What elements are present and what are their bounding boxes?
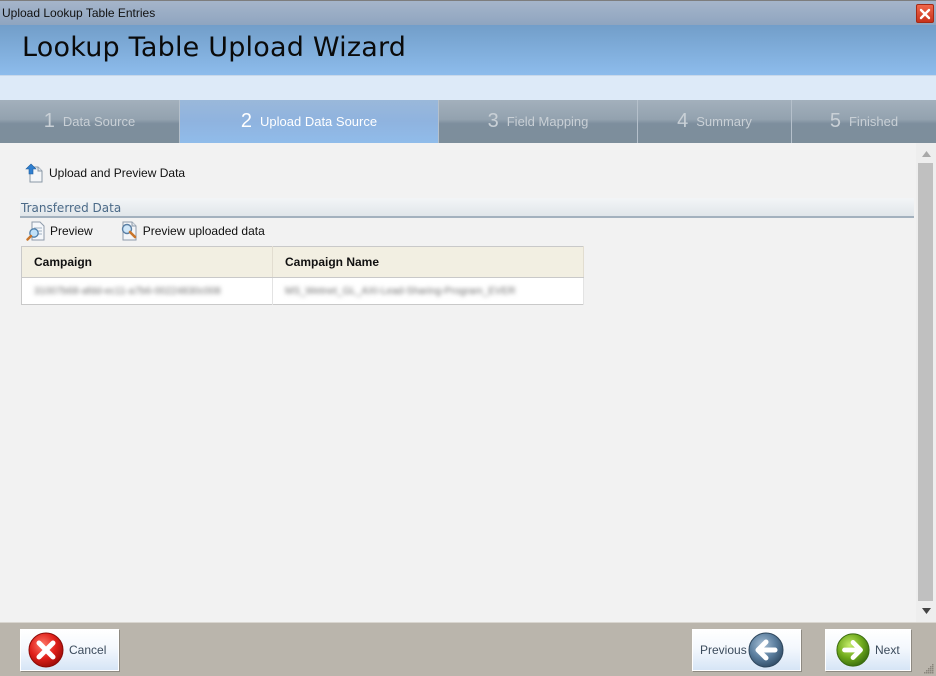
step-number: 4 — [677, 110, 689, 132]
arrow-right-icon — [836, 633, 870, 667]
wizard-footer: Cancel Previous Next — [0, 622, 936, 676]
wizard-header: Lookup Table Upload Wizard — [0, 25, 936, 75]
cancel-x-icon — [28, 632, 64, 668]
data-table: Campaign Campaign Name 31007b68-afdd-ec1… — [21, 246, 584, 305]
transferred-data-header: Transferred Data — [20, 198, 914, 218]
step-number: 5 — [829, 110, 841, 132]
wizard-title: Lookup Table Upload Wizard — [22, 32, 407, 63]
previous-label: Previous — [700, 643, 747, 657]
arrow-down-icon — [921, 608, 931, 614]
close-icon — [919, 8, 931, 19]
step-label: Summary — [696, 114, 752, 129]
cancel-label: Cancel — [69, 643, 107, 657]
scrollbar-thumb[interactable] — [918, 163, 933, 601]
column-header-campaign-name[interactable]: Campaign Name — [272, 246, 584, 278]
arrow-up-icon — [921, 151, 931, 157]
step-number: 1 — [43, 110, 55, 132]
upload-and-preview-button[interactable]: Upload and Preview Data — [25, 163, 185, 183]
cancel-button[interactable]: Cancel — [20, 629, 119, 671]
step-number: 2 — [240, 110, 253, 132]
preview-button[interactable]: Preview — [26, 221, 93, 241]
step-label: Field Mapping — [506, 114, 589, 129]
preview-label: Preview — [50, 224, 93, 238]
upload-and-preview-label: Upload and Preview Data — [49, 166, 186, 180]
preview-uploaded-data-button[interactable]: Preview uploaded data — [119, 221, 265, 241]
redacted-value: 31007b68-afdd-ec11-a7b6-00224830c008 — [34, 285, 221, 297]
step-label: Finished — [848, 114, 899, 129]
arrow-left-icon — [748, 632, 784, 668]
redacted-value: MS_Wetnet_GL_AXI-Lead-Sharing-Program_EV… — [285, 285, 516, 297]
step-finished[interactable]: 5 Finished — [792, 100, 936, 143]
upload-document-icon — [25, 163, 43, 183]
previous-button[interactable]: Previous — [692, 629, 801, 671]
cell-campaign-name: MS_Wetnet_GL_AXI-Lead-Sharing-Program_EV… — [272, 277, 584, 305]
preview-uploaded-icon — [121, 221, 137, 241]
scroll-down-button[interactable] — [920, 605, 932, 617]
wizard-steps: 1 Data Source 2 Upload Data Source 3 Fie… — [0, 100, 936, 143]
next-button[interactable]: Next — [825, 629, 911, 671]
step-number: 3 — [487, 110, 499, 132]
section-title: Transferred Data — [21, 201, 122, 215]
preview-uploaded-data-label: Preview uploaded data — [142, 224, 265, 238]
step-summary[interactable]: 4 Summary — [638, 100, 792, 143]
column-header-campaign[interactable]: Campaign — [21, 246, 273, 278]
step-upload-data-source[interactable]: 2 Upload Data Source — [180, 100, 439, 143]
preview-icon — [26, 221, 45, 241]
next-label: Next — [875, 643, 900, 657]
table-header-row: Campaign Campaign Name — [21, 246, 584, 278]
step-field-mapping[interactable]: 3 Field Mapping — [439, 100, 638, 143]
close-button[interactable] — [916, 4, 934, 23]
vertical-scrollbar[interactable] — [916, 143, 936, 622]
header-subband — [0, 75, 936, 100]
resize-grip-icon[interactable] — [922, 662, 934, 674]
step-data-source[interactable]: 1 Data Source — [0, 100, 180, 143]
table-row[interactable]: 31007b68-afdd-ec11-a7b6-00224830c008 MS_… — [21, 277, 584, 305]
scroll-up-button[interactable] — [920, 148, 932, 160]
window-titlebar: Upload Lookup Table Entries — [0, 0, 936, 25]
window-title: Upload Lookup Table Entries — [2, 6, 156, 20]
step-label: Upload Data Source — [260, 114, 378, 129]
data-toolbar: Preview Preview uploaded data — [26, 221, 291, 241]
cell-campaign: 31007b68-afdd-ec11-a7b6-00224830c008 — [21, 277, 273, 305]
content-area: Upload and Preview Data Transferred Data… — [0, 143, 916, 622]
step-label: Data Source — [62, 114, 136, 129]
